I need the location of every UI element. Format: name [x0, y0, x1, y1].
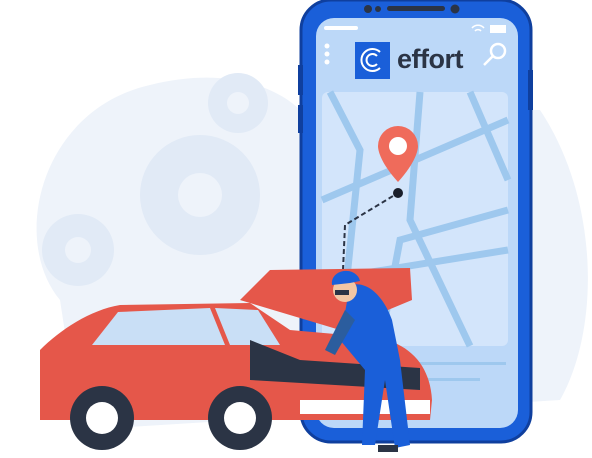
effort-logo-icon	[355, 42, 390, 79]
illustration	[36, 0, 588, 452]
battery-icon	[490, 25, 506, 33]
brand-name: effort	[397, 44, 464, 74]
menu-dots-icon[interactable]	[324, 43, 330, 65]
